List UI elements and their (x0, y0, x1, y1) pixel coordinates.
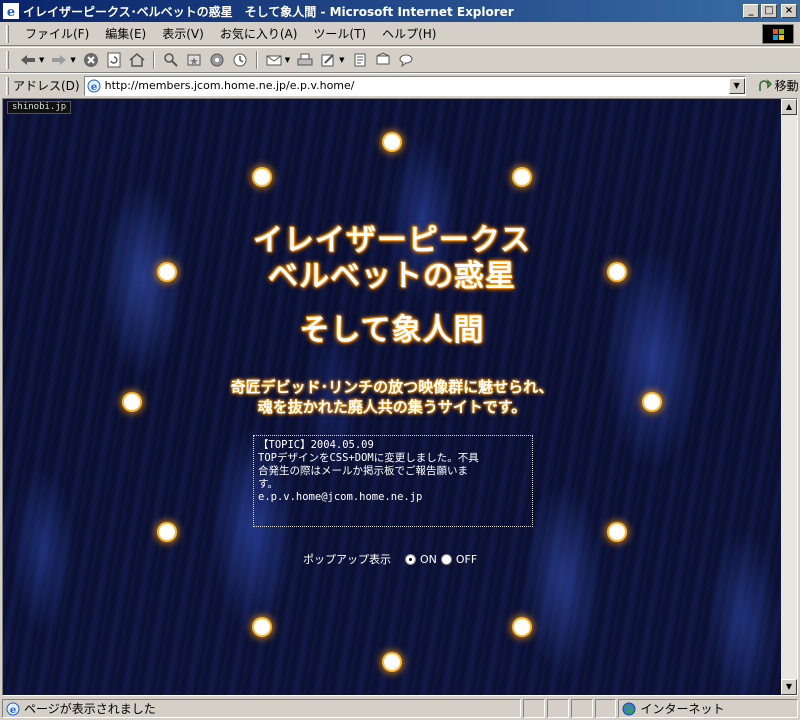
search-icon[interactable] (161, 50, 181, 70)
menubar-grip[interactable] (6, 24, 9, 43)
ring-dot (514, 169, 530, 185)
menu-tools[interactable]: ツール(T) (305, 23, 374, 44)
go-arrow-icon (758, 78, 772, 91)
ring-dot (384, 654, 400, 670)
go-button[interactable]: 移動 (758, 77, 799, 94)
topic-text: す。 (258, 478, 278, 490)
status-empty-pane (522, 699, 545, 718)
menu-view[interactable]: 表示(V) (154, 23, 212, 44)
standard-toolbar: ▼ ▼ ▼ ▼ (0, 47, 800, 73)
edit-icon[interactable] (318, 50, 338, 70)
topic-text: 合発生の際はメールか掲示板でご報告願いま (258, 465, 468, 477)
topic-text: TOPデザインをCSS+DOMに変更しました。不具 (258, 452, 479, 464)
topic-heading: 【TOPIC】2004.05.09 (258, 439, 374, 451)
title-bar: e イレイザーピークス･ベルベットの惑星 そして象人間 - Microsoft … (0, 0, 800, 22)
print-icon[interactable] (295, 50, 315, 70)
media-icon[interactable] (207, 50, 227, 70)
popup-toggle: ポップアップ表示 ON OFF (303, 551, 477, 567)
browser-viewport: shinobi.jp イレイザーピークス ベルベットの惑星 そして象人間 奇匠デ… (2, 98, 798, 696)
address-bar: アドレス(D) e http://members.jcom.home.ne.jp… (0, 73, 800, 97)
window-title: イレイザーピークス･ベルベットの惑星 そして象人間 - Microsoft In… (23, 4, 514, 19)
topic-box: 【TOPIC】2004.05.09 TOPデザインをCSS+DOMに変更しました… (253, 435, 533, 527)
popup-label: ポップアップ表示 (303, 553, 391, 566)
go-label: 移動 (774, 79, 799, 93)
popup-on-radio[interactable] (405, 553, 416, 565)
messenger-icon[interactable] (373, 50, 393, 70)
ring-dot (254, 169, 270, 185)
menu-favorites[interactable]: お気に入り(A) (212, 23, 306, 44)
stop-icon[interactable] (81, 50, 101, 70)
toolbar-separator (255, 51, 258, 69)
status-empty-pane (546, 699, 569, 718)
close-button[interactable]: × (781, 4, 797, 18)
tagline-line1: 奇匠デビッド･リンチの放つ映像群に魅せられ、 (230, 378, 554, 396)
chat-icon[interactable] (396, 50, 416, 70)
history-icon[interactable] (230, 50, 250, 70)
svg-text:e: e (10, 705, 16, 716)
status-zone: インターネット (640, 702, 725, 716)
menu-file[interactable]: ファイル(F) (17, 23, 97, 44)
ring-dot (514, 619, 530, 635)
ring-dot (254, 619, 270, 635)
status-text: ページが表示されました (24, 702, 156, 716)
minimize-button[interactable]: _ (743, 4, 759, 18)
site-title-line3: そして象人間 (299, 313, 485, 348)
shinobi-badge[interactable]: shinobi.jp (7, 101, 72, 114)
home-icon[interactable] (127, 50, 147, 70)
forward-icon[interactable] (49, 50, 69, 70)
status-bar: e ページが表示されました インターネット (0, 697, 800, 720)
menu-edit[interactable]: 編集(E) (97, 23, 154, 44)
address-label: アドレス(D) (13, 79, 80, 93)
forward-dropdown-icon[interactable]: ▼ (70, 56, 75, 64)
internet-globe-icon (622, 702, 636, 715)
scroll-up-icon[interactable]: ▲ (781, 99, 797, 115)
back-icon[interactable] (18, 50, 38, 70)
contact-email-link[interactable]: e.p.v.home@jcom.home.ne.jp (258, 491, 528, 504)
scroll-down-icon[interactable]: ▼ (781, 679, 797, 695)
popup-off-radio[interactable] (440, 553, 452, 565)
status-text-pane: e ページが表示されました (2, 699, 521, 718)
addressbar-grip[interactable] (6, 76, 9, 95)
address-url[interactable]: http://members.jcom.home.ne.jp/e.p.v.hom… (105, 79, 729, 92)
page-done-icon: e (6, 702, 20, 716)
toolbar-separator (152, 51, 155, 69)
popup-on-label[interactable]: ON (420, 553, 437, 566)
tagline-line2: 魂を抜かれた廃人共の集うサイトです。 (257, 398, 527, 416)
popup-off-label[interactable]: OFF (456, 553, 477, 566)
refresh-icon[interactable] (104, 50, 124, 70)
site-title-line2: ベルベットの惑星 (268, 259, 516, 294)
discuss-icon[interactable] (350, 50, 370, 70)
status-zone-pane: インターネット (618, 699, 798, 718)
vertical-scrollbar[interactable]: ▲ ▼ (781, 99, 797, 695)
mail-dropdown-icon[interactable]: ▼ (285, 56, 290, 64)
back-dropdown-icon[interactable]: ▼ (39, 56, 44, 64)
ring-dot (609, 524, 625, 540)
ie-icon: e (3, 3, 19, 19)
web-page: shinobi.jp イレイザーピークス ベルベットの惑星 そして象人間 奇匠デ… (3, 99, 781, 695)
page-icon: e (87, 79, 101, 93)
edit-dropdown-icon[interactable]: ▼ (339, 56, 344, 64)
favorites-icon[interactable] (184, 50, 204, 70)
status-empty-pane (594, 699, 617, 718)
svg-text:e: e (7, 5, 15, 19)
toolbar-grip[interactable] (6, 51, 9, 69)
menu-help[interactable]: ヘルプ(H) (374, 23, 444, 44)
status-empty-pane (570, 699, 593, 718)
address-dropdown-icon[interactable]: ▼ (728, 77, 745, 94)
ring-dot (384, 134, 400, 150)
mail-icon[interactable] (264, 50, 284, 70)
maximize-button[interactable]: □ (761, 4, 777, 18)
svg-text:e: e (90, 82, 96, 93)
windows-logo-icon (762, 24, 794, 44)
ring-dot (159, 524, 175, 540)
address-input[interactable]: e http://members.jcom.home.ne.jp/e.p.v.h… (83, 75, 746, 96)
menu-bar: ファイル(F) 編集(E) 表示(V) お気に入り(A) ツール(T) ヘルプ(… (0, 22, 800, 46)
